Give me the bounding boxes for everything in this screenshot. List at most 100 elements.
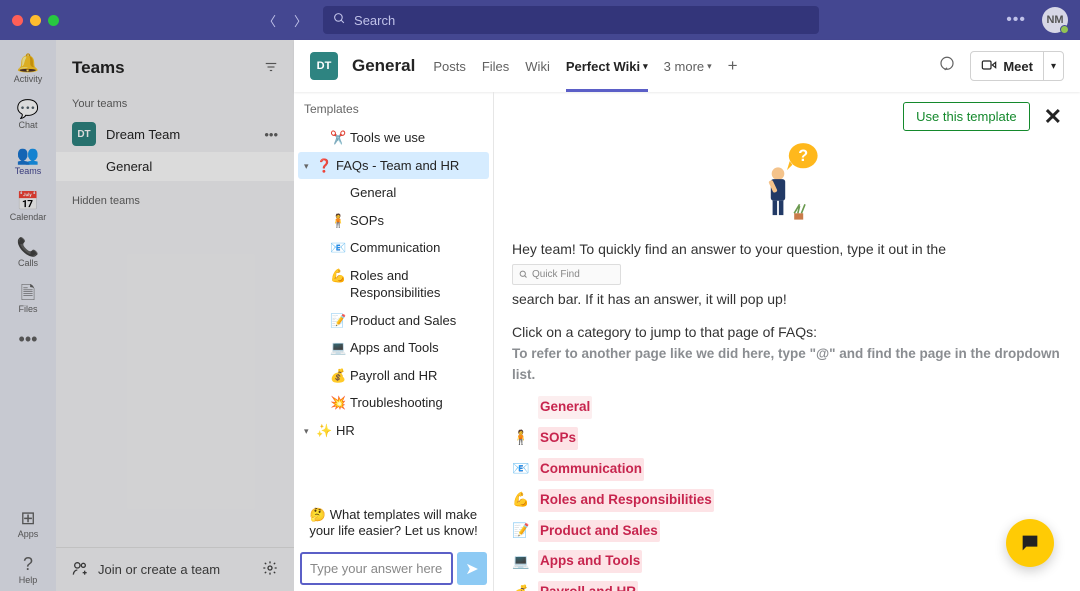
- main-content: DT General Posts Files Wiki Perfect Wiki…: [294, 40, 1080, 591]
- thinking-illustration: ?: [512, 139, 1062, 221]
- template-tree-item[interactable]: ▾❓FAQs - Team and HR: [298, 152, 489, 180]
- template-answer-input[interactable]: Type your answer here: [300, 552, 453, 585]
- channel-title: General: [352, 56, 415, 76]
- tab-wiki[interactable]: Wiki: [525, 40, 550, 92]
- rail-help[interactable]: ?Help: [0, 549, 56, 591]
- file-icon: 🗎: [21, 284, 35, 302]
- nav-forward-button[interactable]: 〉: [290, 7, 311, 34]
- tab-perfect-wiki[interactable]: Perfect Wiki▾: [566, 40, 648, 92]
- close-icon[interactable]: ✕: [1044, 104, 1062, 130]
- chat-icon: 💬: [17, 100, 39, 118]
- use-template-button[interactable]: Use this template: [903, 102, 1029, 131]
- category-emoji-icon: 🧍: [512, 427, 530, 449]
- rail-more[interactable]: •••: [0, 324, 56, 354]
- settings-gear-icon[interactable]: [262, 560, 278, 579]
- item-emoji-icon: 💰: [330, 367, 350, 385]
- chat-fab-button[interactable]: [1006, 519, 1054, 567]
- bell-icon: 🔔: [17, 54, 39, 72]
- item-label: General: [350, 184, 483, 202]
- item-emoji-icon: 💻: [330, 339, 350, 357]
- category-link-row: 💰 Payroll and HR: [512, 581, 1062, 591]
- tree-twisty-icon: ▾: [304, 425, 316, 437]
- add-tab-button[interactable]: +: [728, 40, 738, 92]
- template-tree-item[interactable]: 💪Roles and Responsibilities: [298, 262, 489, 307]
- more-options-button[interactable]: •••: [1006, 11, 1026, 29]
- minimize-window-button[interactable]: [30, 15, 41, 26]
- category-emoji-icon: 💻: [512, 551, 530, 573]
- template-tree-item[interactable]: 💻Apps and Tools: [298, 334, 489, 362]
- rail-calls[interactable]: 📞Calls: [0, 232, 56, 274]
- rail-files[interactable]: 🗎Files: [0, 278, 56, 320]
- team-more-icon[interactable]: •••: [264, 127, 278, 142]
- item-label: Product and Sales: [350, 312, 483, 330]
- rail-activity[interactable]: 🔔Activity: [0, 48, 56, 90]
- rail-chat[interactable]: 💬Chat: [0, 94, 56, 136]
- meet-button-group: Meet ▾: [970, 51, 1064, 81]
- at-mention-hint: To refer to another page like we did her…: [512, 344, 1062, 386]
- category-link-row: 📝 Product and Sales: [512, 520, 1062, 543]
- meet-dropdown-button[interactable]: ▾: [1043, 52, 1063, 80]
- template-tree-item[interactable]: 📝Product and Sales: [298, 307, 489, 335]
- rail-apps[interactable]: ⊞Apps: [0, 503, 56, 545]
- search-icon: [333, 12, 346, 28]
- template-tree-item[interactable]: ▾✨HR: [298, 417, 489, 445]
- phone-icon: 📞: [17, 238, 39, 256]
- templates-heading: Templates: [294, 92, 493, 120]
- rail-teams[interactable]: 👥Teams: [0, 140, 56, 182]
- tree-twisty-icon: ▾: [304, 160, 316, 172]
- search-placeholder: Search: [354, 13, 395, 28]
- category-emoji-icon: 📝: [512, 520, 530, 542]
- team-name: Dream Team: [106, 127, 264, 142]
- apps-icon: ⊞: [20, 509, 35, 527]
- template-tree-item[interactable]: 📧Communication: [298, 234, 489, 262]
- category-link-row: 💻 Apps and Tools: [512, 550, 1062, 573]
- join-create-icon: [72, 560, 88, 579]
- category-link-row: 📧Communication: [512, 458, 1062, 481]
- template-tree-item[interactable]: General: [298, 179, 489, 207]
- template-tree-item[interactable]: 🧍SOPs: [298, 207, 489, 235]
- item-emoji-icon: 💪: [330, 267, 350, 285]
- intro-text-a: Hey team! To quickly find an answer to y…: [512, 241, 946, 257]
- meet-button[interactable]: Meet: [971, 52, 1043, 80]
- item-emoji-icon: ✂️: [330, 129, 350, 147]
- join-create-link[interactable]: Join or create a team: [98, 562, 220, 577]
- category-link[interactable]: Product and Sales: [538, 520, 660, 543]
- category-link[interactable]: Apps and Tools: [538, 550, 642, 573]
- template-tree-item[interactable]: ✂️Tools we use: [298, 124, 489, 152]
- close-window-button[interactable]: [12, 15, 23, 26]
- toggle-chat-icon[interactable]: [932, 49, 962, 84]
- item-label: HR: [336, 422, 483, 440]
- category-emoji-icon: 💰: [512, 582, 530, 591]
- template-tree-item[interactable]: 💥Troubleshooting: [298, 389, 489, 417]
- app-rail: 🔔Activity 💬Chat 👥Teams 📅Calendar 📞Calls …: [0, 40, 56, 591]
- hidden-teams-label[interactable]: Hidden teams: [56, 181, 294, 221]
- maximize-window-button[interactable]: [48, 15, 59, 26]
- item-emoji-icon: 📧: [330, 239, 350, 257]
- category-link[interactable]: SOPs: [538, 427, 578, 450]
- tab-more[interactable]: 3 more▾: [664, 40, 712, 92]
- click-category-text: Click on a category to jump to that page…: [512, 322, 1062, 344]
- templates-sidebar: Templates ✂️Tools we use▾❓FAQs - Team an…: [294, 92, 494, 591]
- tab-files[interactable]: Files: [482, 40, 509, 92]
- window-controls: [12, 15, 59, 26]
- category-link-row: 🧍 SOPs: [512, 427, 1062, 450]
- channel-row-general[interactable]: General: [56, 152, 294, 181]
- presence-indicator-icon: [1060, 25, 1069, 34]
- category-link[interactable]: Roles and Responsibilities: [538, 489, 714, 512]
- your-teams-label: Your teams: [56, 90, 294, 116]
- send-button[interactable]: ➤: [457, 552, 487, 585]
- tab-posts[interactable]: Posts: [433, 40, 466, 92]
- category-link[interactable]: Communication: [538, 458, 644, 481]
- more-icon: •••: [19, 330, 38, 348]
- team-row[interactable]: DT Dream Team •••: [56, 116, 294, 152]
- template-tree-item[interactable]: 💰Payroll and HR: [298, 362, 489, 390]
- nav-back-button[interactable]: 〈: [259, 7, 280, 34]
- category-link[interactable]: Payroll and HR: [538, 581, 638, 591]
- templates-tree: ✂️Tools we use▾❓FAQs - Team and HR Gener…: [294, 120, 493, 497]
- teams-icon: 👥: [17, 146, 39, 164]
- global-search-input[interactable]: Search: [323, 6, 819, 34]
- rail-calendar[interactable]: 📅Calendar: [0, 186, 56, 228]
- filter-icon[interactable]: [264, 60, 278, 77]
- category-link[interactable]: General: [538, 396, 592, 419]
- user-avatar[interactable]: NM: [1042, 7, 1068, 33]
